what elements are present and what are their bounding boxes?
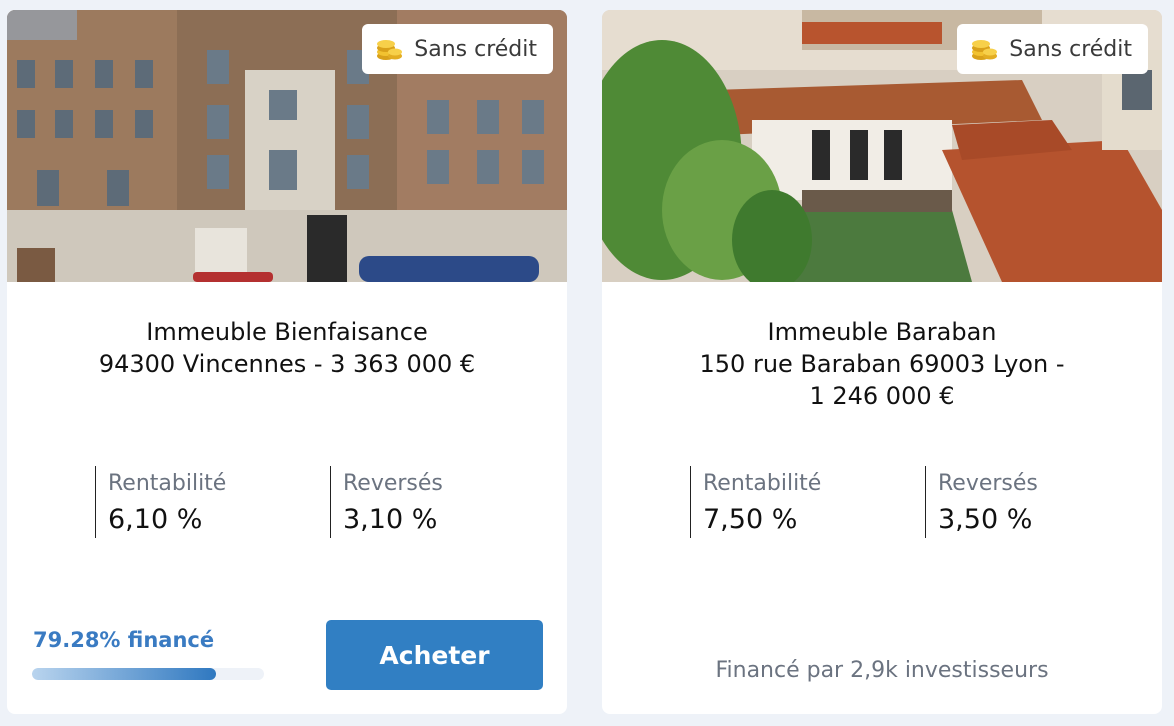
badge-label: Sans crédit — [414, 36, 537, 62]
stat-label: Reversés — [938, 471, 1038, 496]
investors-count: Financé par 2,9k investisseurs — [715, 658, 1049, 683]
property-photo[interactable]: Sans crédit — [7, 10, 567, 282]
stat-value: 3,50 % — [938, 504, 1033, 535]
property-stats: Rentabilité 7,50 % Reversés 3,50 % — [690, 466, 1160, 538]
coins-icon — [374, 34, 404, 64]
stat-reverses: Reversés 3,10 % — [330, 466, 443, 538]
property-stats: Rentabilité 6,10 % Reversés 3,10 % — [95, 466, 565, 538]
stat-label: Rentabilité — [108, 471, 227, 496]
stat-rentabilite: Rentabilité 6,10 % — [95, 466, 226, 538]
property-price: 1 246 000 € — [809, 382, 955, 410]
stat-label: Rentabilité — [703, 471, 822, 496]
property-address: 150 rue Baraban 69003 Lyon - — [699, 350, 1065, 378]
stat-reverses: Reversés 3,50 % — [925, 466, 1038, 538]
coins-icon — [969, 34, 999, 64]
sans-credit-badge: Sans crédit — [957, 24, 1148, 74]
stat-rentabilite: Rentabilité 7,50 % — [690, 466, 821, 538]
property-card-baraban[interactable]: Sans crédit Immeuble Baraban 150 rue Bar… — [602, 10, 1162, 714]
property-location-price: 94300 Vincennes - 3 363 000 € — [98, 350, 476, 378]
stat-value: 7,50 % — [703, 504, 798, 535]
property-title: Immeuble Baraban 150 rue Baraban 69003 L… — [642, 316, 1122, 412]
property-name: Immeuble Baraban — [767, 318, 997, 346]
funding-progress-bar — [32, 668, 264, 680]
property-card-bienfaisance[interactable]: Sans crédit Immeuble Bienfaisance 94300 … — [7, 10, 567, 714]
buy-button[interactable]: Acheter — [326, 620, 543, 690]
property-name: Immeuble Bienfaisance — [146, 318, 428, 346]
funding-progress-fill — [32, 668, 216, 680]
stat-label: Reversés — [343, 471, 443, 496]
property-photo[interactable]: Sans crédit — [602, 10, 1162, 282]
stat-value: 3,10 % — [343, 504, 438, 535]
stat-value: 6,10 % — [108, 504, 203, 535]
badge-label: Sans crédit — [1009, 36, 1132, 62]
funding-progress-label: 79.28% financé — [33, 628, 215, 652]
sans-credit-badge: Sans crédit — [362, 24, 553, 74]
property-title: Immeuble Bienfaisance 94300 Vincennes - … — [47, 316, 527, 380]
